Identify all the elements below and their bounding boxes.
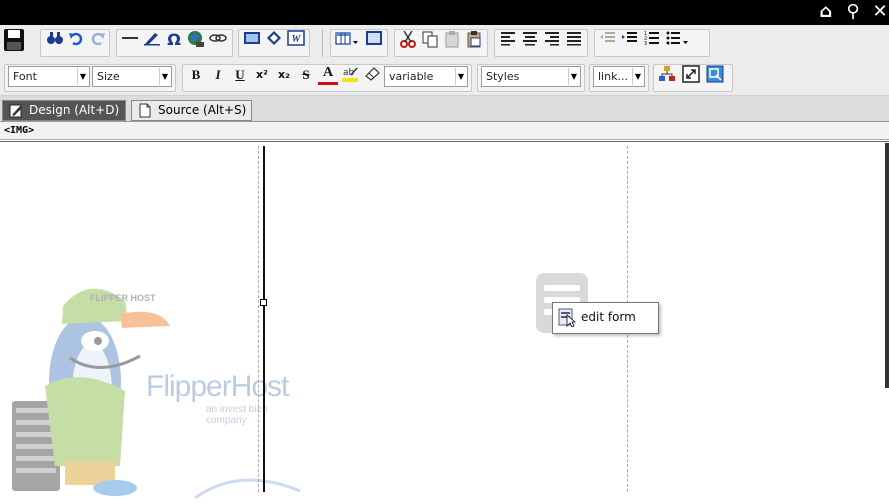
media-icon[interactable]	[264, 30, 284, 50]
superscript-button[interactable]: x²	[252, 65, 272, 85]
link-select-value: link...	[598, 70, 628, 83]
save-icon[interactable]	[2, 28, 26, 54]
resize-icon[interactable]	[681, 65, 701, 85]
design-pencil-icon	[9, 103, 23, 118]
chevron-down-icon: ▼	[159, 68, 170, 85]
cap-logo-text: FLIPPER HOST	[90, 293, 156, 303]
chevron-down-icon: ▼	[455, 68, 466, 85]
variable-select[interactable]: variable ▼	[384, 66, 468, 87]
special-char-icon[interactable]: Ω	[164, 30, 184, 50]
unlink-icon[interactable]	[208, 30, 228, 50]
variable-select-value: variable	[389, 70, 434, 83]
vertical-scrollbar[interactable]	[885, 143, 889, 388]
search-icon[interactable]: ⚲	[842, 2, 864, 22]
edit-form-icon	[558, 307, 577, 328]
resize-handle[interactable]	[260, 299, 267, 306]
web-icon[interactable]	[186, 30, 206, 50]
selected-image-border[interactable]	[263, 146, 265, 492]
home-icon[interactable]: ⌂	[815, 2, 837, 22]
undo-icon[interactable]	[66, 30, 86, 50]
subscript-button[interactable]: x₂	[274, 65, 294, 85]
top-bar: ⌂ ⚲ ✕	[0, 0, 889, 25]
styles-select-value: Styles	[486, 70, 520, 83]
redo-icon[interactable]	[88, 30, 108, 50]
tab-source[interactable]: Source (Alt+S)	[131, 100, 252, 121]
image-icon[interactable]	[242, 30, 262, 50]
logo-brand-text: FlipperHost	[146, 370, 289, 403]
align-right-icon[interactable]	[542, 30, 562, 50]
chevron-down-icon: ▼	[632, 68, 643, 85]
table-icon[interactable]	[334, 30, 360, 50]
chevron-down-icon: ▼	[77, 68, 88, 85]
close-icon[interactable]: ✕	[869, 2, 889, 22]
source-document-icon	[138, 103, 152, 118]
font-color-button[interactable]: A	[318, 65, 338, 85]
element-path-tag[interactable]: <IMG>	[4, 125, 34, 136]
eraser-icon[interactable]	[362, 65, 382, 85]
tab-design[interactable]: Design (Alt+D)	[2, 100, 126, 121]
tab-design-label: Design (Alt+D)	[29, 103, 120, 117]
guide-line-left	[258, 146, 259, 492]
highlight-icon[interactable]: ab	[340, 65, 360, 85]
edit-form-menu-item[interactable]: edit form	[581, 310, 636, 324]
pen-icon[interactable]	[142, 30, 162, 50]
toolbar-separator	[322, 29, 323, 57]
italic-button[interactable]: I	[208, 65, 228, 85]
ordered-list-icon[interactable]: 123	[642, 30, 662, 50]
unordered-list-icon[interactable]	[664, 30, 690, 50]
find-icon[interactable]	[45, 30, 65, 50]
size-select-value: Size	[97, 70, 120, 83]
strike-button[interactable]: S	[296, 65, 316, 85]
editor-canvas[interactable]: FLIPPER HOST FlipperHost an invest bien …	[0, 141, 889, 500]
toolbar-row-1: Ω W 1 2 3	[0, 25, 889, 60]
form-field-bar	[544, 285, 580, 291]
underline-button[interactable]: U	[230, 65, 250, 85]
styles-select[interactable]: Styles ▼	[481, 66, 581, 87]
copy-icon[interactable]	[420, 30, 440, 50]
indent-icon[interactable]	[620, 30, 640, 50]
link-select[interactable]: link... ▼	[593, 66, 645, 87]
svg-text:3: 3	[644, 41, 647, 46]
paste-text-icon[interactable]	[464, 30, 484, 50]
font-select-value: Font	[13, 70, 37, 83]
chevron-down-icon: ▼	[568, 68, 579, 85]
horizontal-rule-icon[interactable]	[120, 30, 140, 50]
paste-icon[interactable]	[442, 30, 462, 50]
toolbar-row-2: Font ▼ Size ▼ B I U x² x₂ S A ab variabl…	[0, 60, 889, 96]
outdent-icon[interactable]	[598, 30, 618, 50]
fullscreen-icon[interactable]	[705, 65, 725, 85]
tab-source-label: Source (Alt+S)	[158, 103, 247, 117]
word-paste-icon[interactable]: W	[286, 30, 306, 50]
mode-tabs: Design (Alt+D) Source (Alt+S)	[0, 96, 889, 122]
align-center-icon[interactable]	[520, 30, 540, 50]
element-path-bar: <IMG>	[0, 122, 889, 140]
font-select[interactable]: Font ▼	[8, 66, 90, 87]
bold-button[interactable]: B	[186, 65, 206, 85]
size-select[interactable]: Size ▼	[92, 66, 172, 87]
svg-text:W: W	[292, 34, 302, 45]
sitemap-icon[interactable]	[657, 65, 677, 85]
preview-icon[interactable]	[364, 30, 384, 50]
align-left-icon[interactable]	[498, 30, 518, 50]
context-menu: edit form	[552, 302, 659, 334]
cut-icon[interactable]	[398, 30, 418, 50]
justify-icon[interactable]	[564, 30, 584, 50]
